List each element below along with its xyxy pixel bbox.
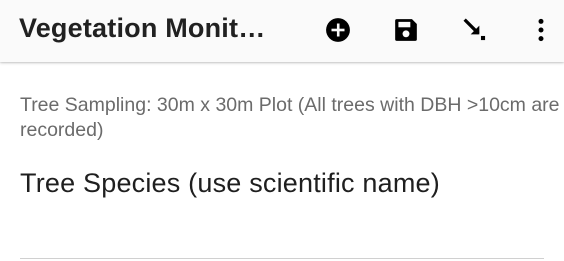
app-title: Vegetation Monit… xyxy=(19,13,266,43)
save-button[interactable] xyxy=(387,11,425,49)
question-label: Tree Species (use scientific name) xyxy=(20,168,440,198)
save-icon xyxy=(395,19,417,41)
add-button[interactable] xyxy=(319,11,357,49)
more-vert-icon xyxy=(538,18,544,42)
app-bar: Vegetation Monit… xyxy=(0,0,564,62)
more-options-button[interactable] xyxy=(522,11,560,49)
form-content: Tree Sampling: 30m x 30m Plot (All trees… xyxy=(0,62,564,261)
jump-button[interactable] xyxy=(456,11,494,49)
add-circle-icon xyxy=(326,18,350,42)
tree-species-input[interactable] xyxy=(20,222,544,259)
section-hint: Tree Sampling: 30m x 30m Plot (All trees… xyxy=(20,94,560,141)
jump-arrow-icon xyxy=(463,18,486,41)
